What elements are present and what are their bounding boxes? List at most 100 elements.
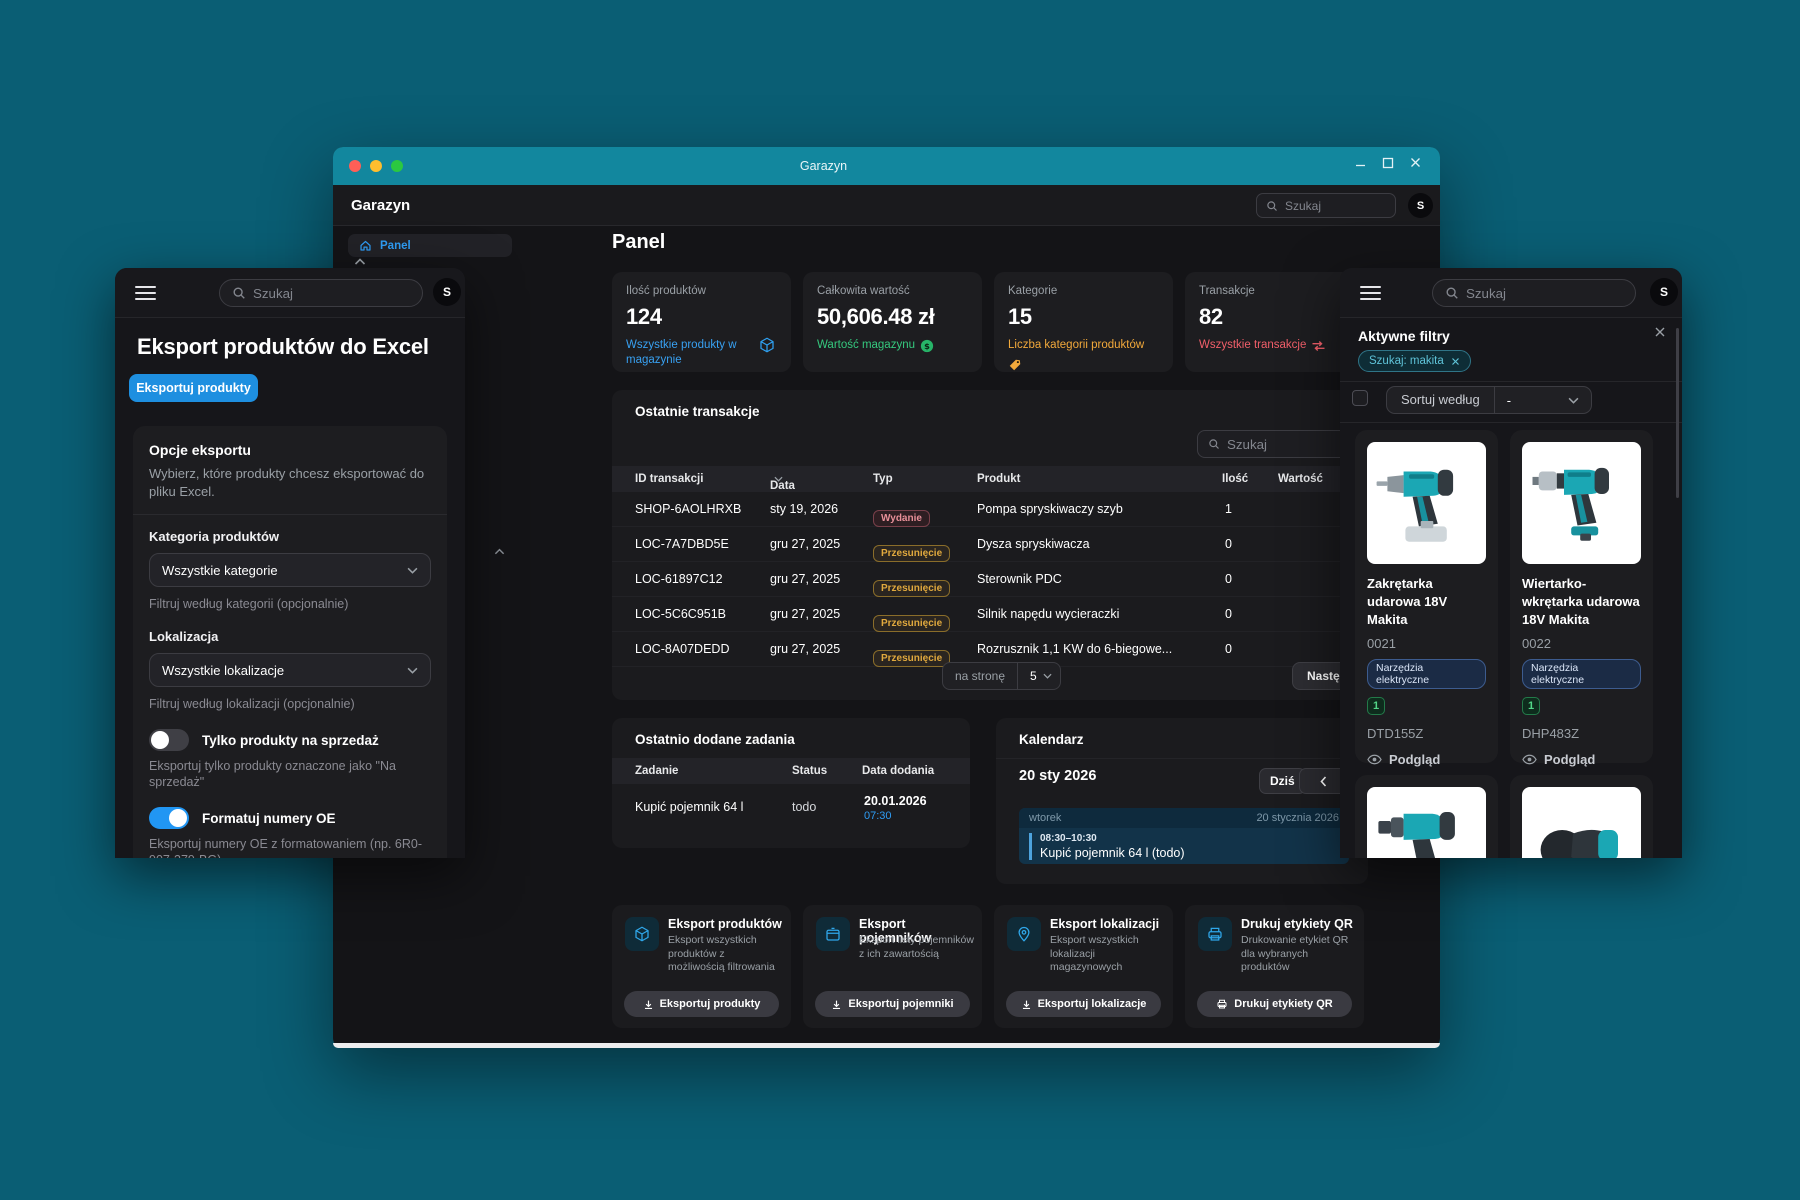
avatar[interactable]: S — [1650, 278, 1678, 306]
minimize-icon[interactable] — [1354, 156, 1367, 169]
panel-search-input[interactable] — [1466, 286, 1623, 301]
transactions-search[interactable] — [1197, 430, 1359, 458]
product-model: DTD155Z — [1367, 726, 1486, 741]
avatar[interactable]: S — [1408, 193, 1433, 218]
stat-link: Wszystkie transakcje — [1199, 338, 1306, 353]
stat-value: 124 — [626, 304, 777, 330]
panel-search-input[interactable] — [253, 286, 410, 301]
table-row[interactable]: LOC-5C6C951B gru 27, 2025 Przesunięcie S… — [612, 597, 1368, 632]
select-all-checkbox[interactable] — [1352, 390, 1368, 406]
location-label: Lokalizacja — [149, 629, 431, 644]
transactions-card: Ostatnie transakcje ID transakcji Data T… — [612, 390, 1368, 700]
panel-search[interactable] — [219, 279, 423, 307]
chevron-up-icon[interactable] — [494, 548, 505, 555]
product-category-badge: Narzędzia elektryczne — [1367, 659, 1486, 689]
stat-link[interactable]: Wszystkie produkty w magazynie — [626, 338, 748, 368]
col-qty: Ilość — [1222, 473, 1248, 485]
chevron-down-icon — [407, 567, 418, 574]
col-value: Wartość — [1278, 473, 1323, 485]
panel-search[interactable] — [1432, 279, 1636, 307]
download-icon — [831, 999, 842, 1010]
col-type: Typ — [873, 473, 893, 485]
col-id: ID transakcji — [635, 473, 703, 485]
chevron-left-icon — [1320, 776, 1327, 787]
stat-card-transactions: Transakcje 82 Wszystkie transakcje — [1185, 272, 1364, 372]
close-filters-icon[interactable] — [1654, 326, 1666, 338]
type-badge: Wydanie — [873, 510, 930, 527]
calendar-card: Kalendarz 20 sty 2026 Dziś wtorek 20 sty… — [996, 718, 1368, 884]
print-qr-button[interactable]: Drukuj etykiety QR — [1197, 991, 1352, 1017]
products-filter-panel: S Aktywne filtry Szukaj: makita Sortuj w… — [1340, 268, 1682, 858]
remove-filter-icon[interactable] — [1451, 357, 1460, 366]
sort-value: - — [1507, 393, 1511, 408]
export-card-desc: Eksport wszystkich produktów z możliwośc… — [668, 934, 784, 975]
col-date[interactable]: Data — [770, 473, 783, 485]
task-name: Kupić pojemnik 64 l — [635, 800, 743, 814]
event-title: Kupić pojemnik 64 l (todo) — [1040, 846, 1339, 860]
menu-icon[interactable] — [135, 286, 156, 300]
event-weekday: wtorek — [1029, 812, 1061, 824]
calendar-current-date: 20 sty 2026 — [1019, 768, 1096, 784]
divider — [996, 758, 1368, 759]
export-card-title: Drukuj etykiety QR — [1241, 917, 1359, 931]
eye-icon — [1522, 754, 1537, 765]
export-containers-button[interactable]: Eksportuj pojemniki — [815, 991, 970, 1017]
export-card-title: Eksport produktów — [668, 917, 786, 931]
close-icon[interactable] — [1409, 156, 1422, 169]
app-header: Garazyn S — [333, 185, 1440, 226]
export-products-button[interactable]: Eksportuj produkty — [624, 991, 779, 1017]
per-page-select[interactable]: na stronę 5 — [942, 662, 1061, 690]
product-qty-badge: 1 — [1367, 697, 1385, 715]
avatar[interactable]: S — [433, 278, 461, 306]
stat-card-categories: Kategorie 15 Liczba kategorii produktów — [994, 272, 1173, 372]
event-date: 20 stycznia 2026 — [1256, 812, 1339, 824]
cube-icon — [758, 336, 776, 354]
menu-icon[interactable] — [1360, 286, 1381, 300]
stat-card-products: Ilość produktów 124 Wszystkie produkty w… — [612, 272, 791, 372]
format-oe-toggle[interactable] — [149, 807, 189, 829]
sidebar-item-label: Panel — [380, 240, 411, 252]
export-card-desc: Eksport wszystkich lokalizacji magazynow… — [1050, 934, 1166, 975]
sidebar-item-panel[interactable]: Panel — [348, 234, 512, 257]
product-model: DHP483Z — [1522, 726, 1641, 741]
calendar-event[interactable]: wtorek 20 stycznia 2026 08:30–10:30 Kupi… — [1019, 808, 1349, 864]
header-search[interactable] — [1256, 193, 1396, 218]
export-locations-button[interactable]: Eksportuj lokalizacje — [1006, 991, 1161, 1017]
category-select[interactable]: Wszystkie kategorie — [149, 553, 431, 587]
export-card-desc: Drukowanie etykiet QR dla wybranych prod… — [1241, 934, 1357, 975]
location-help: Filtruj według lokalizacji (opcjonalnie) — [149, 696, 431, 712]
preview-action[interactable]: Podgląd — [1367, 752, 1486, 767]
transactions-title: Ostatnie transakcje — [635, 404, 760, 419]
table-row[interactable]: LOC-7A7DBD5E gru 27, 2025 Przesunięcie D… — [612, 527, 1368, 562]
product-code: 0021 — [1367, 636, 1486, 651]
map-pin-icon — [1015, 925, 1033, 943]
stat-label: Kategorie — [1008, 285, 1159, 297]
type-badge: Przesunięcie — [873, 650, 950, 667]
table-row[interactable]: LOC-61897C12 gru 27, 2025 Przesunięcie S… — [612, 562, 1368, 597]
stat-label: Transakcje — [1199, 285, 1350, 297]
maximize-icon[interactable] — [1382, 157, 1394, 169]
preview-action[interactable]: Podgląd — [1522, 752, 1641, 767]
sort-control[interactable]: Sortuj według - — [1386, 386, 1592, 414]
product-card-partial — [1510, 775, 1653, 858]
task-date: 20.01.2026 — [864, 794, 927, 808]
location-select[interactable]: Wszystkie lokalizacje — [149, 653, 431, 687]
transactions-search-input[interactable] — [1227, 437, 1348, 452]
col-status: Status — [792, 765, 827, 777]
transfer-arrows-icon — [1311, 340, 1326, 352]
only-for-sale-toggle[interactable] — [149, 729, 189, 751]
options-desc: Wybierz, które produkty chcesz eksportow… — [149, 465, 431, 501]
export-card-desc: Eksport listy pojemników z ich zawartośc… — [859, 934, 975, 961]
page-title: Panel — [612, 231, 665, 254]
export-locations-card: Eksport lokalizacji Eksport wszystkich l… — [994, 905, 1173, 1028]
filter-chip[interactable]: Szukaj: makita — [1358, 350, 1471, 372]
export-products-primary-button[interactable]: Eksportuj produkty — [129, 374, 258, 402]
scrollbar[interactable] — [1676, 328, 1679, 498]
calendar-title: Kalendarz — [1019, 732, 1084, 747]
stat-value: 50,606.48 zł — [817, 304, 968, 330]
active-filters-title: Aktywne filtry — [1358, 328, 1450, 344]
format-oe-help: Eksportuj numery OE z formatowaniem (np.… — [149, 836, 431, 858]
header-search-input[interactable] — [1285, 199, 1386, 213]
options-title: Opcje eksportu — [149, 442, 431, 458]
table-row[interactable]: SHOP-6AOLHRXB sty 19, 2026 Wydanie Pompa… — [612, 492, 1368, 527]
